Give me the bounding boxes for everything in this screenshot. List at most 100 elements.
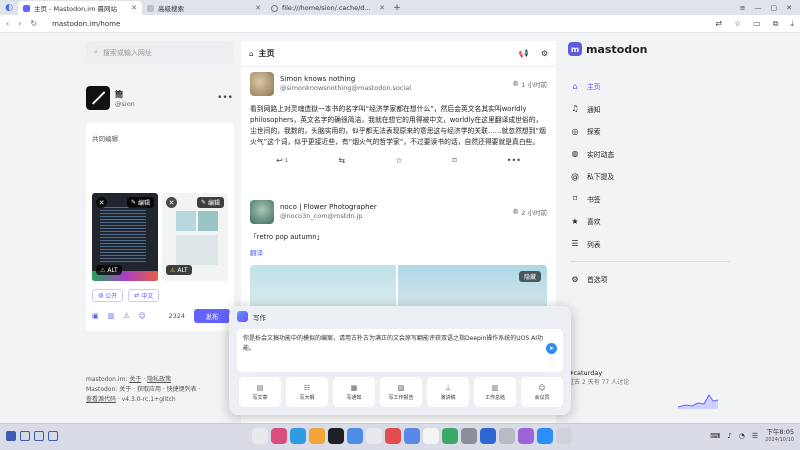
- status-post[interactable]: Simon knows nothing @simonknowsnothing@m…: [241, 71, 556, 165]
- visibility-dropdown[interactable]: ◍ 公开: [92, 289, 124, 302]
- nav-item-bookmarks[interactable]: ⌑ 书签: [570, 188, 730, 211]
- settings-app-icon[interactable]: [499, 428, 515, 444]
- favourite-button[interactable]: ☆: [395, 156, 402, 165]
- source-code-link[interactable]: 查看源代码: [86, 396, 116, 403]
- mail-icon[interactable]: [404, 428, 420, 444]
- tab-advanced-search[interactable]: 高级搜索 ✕: [142, 1, 266, 15]
- template-button-report[interactable]: ▧ 写工作报告: [380, 377, 422, 407]
- browser-logo-icon[interactable]: ◐: [0, 0, 18, 15]
- url-field[interactable]: mastodon.im/home: [52, 20, 120, 28]
- edit-attachment-button[interactable]: ✎ 编辑: [126, 197, 154, 208]
- author-handle[interactable]: @noco3n_com@mstdn.jp: [280, 212, 507, 221]
- trending-hashtag[interactable]: #caturday 过去 2 天有 77 人讨论: [568, 369, 718, 387]
- announcements-icon[interactable]: 📢: [519, 49, 529, 58]
- attachment-thumbnail[interactable]: ✕ ✎ 编辑 ⚠ ALT: [162, 193, 228, 281]
- author-name[interactable]: Simon knows nothing: [280, 75, 507, 84]
- app-icon[interactable]: [518, 428, 534, 444]
- alt-badge[interactable]: ⚠ ALT: [166, 265, 192, 275]
- ai-prompt-input[interactable]: 你是析会文稿功能中的模拟的编案，请用古朴古为满正的文会原写翻能评获双语之指Dee…: [237, 329, 563, 372]
- poll-icon[interactable]: ▥: [108, 312, 115, 320]
- avatar[interactable]: [250, 72, 274, 96]
- app-icon[interactable]: [461, 428, 477, 444]
- nav-item-live-feeds[interactable]: ◍ 实时动态: [570, 143, 730, 166]
- bookmark-star-icon[interactable]: ☆: [734, 19, 741, 29]
- language-dropdown[interactable]: ⇄ 中文: [128, 289, 160, 302]
- sidebar-icon[interactable]: ▭: [753, 19, 761, 29]
- close-tab-icon[interactable]: ✕: [131, 4, 137, 12]
- remove-attachment-icon[interactable]: ✕: [96, 197, 107, 208]
- emoji-icon[interactable]: ☺: [139, 312, 146, 320]
- download-icon[interactable]: ⤓: [790, 19, 794, 29]
- publish-button[interactable]: 发布: [194, 309, 230, 323]
- reply-button[interactable]: ↩ 1: [276, 156, 288, 165]
- launcher-icon[interactable]: [6, 431, 16, 441]
- extensions-icon[interactable]: ⧉: [773, 19, 779, 29]
- compose-textarea[interactable]: 共同编辑: [92, 133, 118, 143]
- launcher-app-icon[interactable]: [252, 428, 268, 444]
- more-icon[interactable]: •••: [217, 93, 233, 103]
- boost-button[interactable]: ⇆: [338, 156, 345, 165]
- post-timestamp[interactable]: 1 小时前: [521, 79, 547, 89]
- forward-icon[interactable]: ›: [18, 19, 21, 28]
- nav-item-notifications[interactable]: ♫ 通知: [570, 98, 730, 121]
- mastodon-logo[interactable]: m mastodon: [568, 42, 648, 56]
- close-window-icon[interactable]: ✕: [786, 4, 792, 12]
- close-tab-icon[interactable]: ✕: [379, 4, 385, 12]
- avatar[interactable]: [86, 86, 110, 110]
- nav-item-favourites[interactable]: ★ 喜欢: [570, 210, 730, 233]
- privacy-link[interactable]: 隐私政策: [147, 376, 171, 383]
- translate-icon[interactable]: ⇄: [715, 19, 722, 29]
- send-icon[interactable]: ➤: [546, 343, 557, 354]
- browser-icon[interactable]: [347, 428, 363, 444]
- nav-item-private-mentions[interactable]: @ 私下提及: [570, 165, 730, 188]
- tab-local-file[interactable]: file:///home/sion/.cache/d... ✕: [266, 1, 390, 15]
- attachment-thumbnail[interactable]: ✕ ✎ 编辑 ⚠ ALT: [92, 193, 158, 281]
- author-handle[interactable]: @simonknowsnothing@mastodon.social: [280, 84, 507, 93]
- nav-item-lists[interactable]: ☰ 列表: [570, 233, 730, 256]
- app-icon[interactable]: [366, 428, 382, 444]
- avatar[interactable]: [250, 200, 274, 224]
- calendar-icon[interactable]: [423, 428, 439, 444]
- template-button-speech[interactable]: ⊥ 演讲稿: [427, 377, 469, 407]
- workspace-icon[interactable]: [20, 431, 30, 441]
- maximize-icon[interactable]: ▢: [771, 4, 778, 12]
- app-icon[interactable]: [480, 428, 496, 444]
- content-warning-icon[interactable]: ⚠: [123, 312, 129, 320]
- menu-icon[interactable]: ≡: [740, 4, 746, 12]
- trash-icon[interactable]: [556, 428, 572, 444]
- volume-icon[interactable]: ♪: [727, 432, 731, 440]
- nav-item-explore[interactable]: ◎ 探索: [570, 120, 730, 143]
- multitask-icon[interactable]: [34, 431, 44, 441]
- folder-icon[interactable]: [309, 428, 325, 444]
- translate-link[interactable]: 翻译: [241, 243, 556, 261]
- new-tab-button[interactable]: +: [390, 1, 404, 15]
- close-tab-icon[interactable]: ✕: [255, 4, 261, 12]
- edit-attachment-button[interactable]: ✎ 编辑: [196, 197, 224, 208]
- image-upload-icon[interactable]: ▣: [92, 312, 99, 320]
- ai-app-icon[interactable]: [537, 428, 553, 444]
- template-button-meeting[interactable]: ☺ 会议员: [521, 377, 563, 407]
- template-button-outline[interactable]: ☷ 写大纲: [286, 377, 328, 407]
- app-icon[interactable]: [271, 428, 287, 444]
- nav-item-home[interactable]: ⌂ 主页: [570, 75, 730, 98]
- nav-item-preferences[interactable]: ⚙ 首选项: [570, 268, 730, 291]
- more-button[interactable]: •••: [507, 156, 521, 165]
- network-icon[interactable]: ◔: [739, 432, 745, 440]
- app-icon[interactable]: [385, 428, 401, 444]
- desktop-icon[interactable]: [48, 431, 58, 441]
- minimize-icon[interactable]: —: [755, 4, 762, 12]
- mastodon-links[interactable]: 关于 · 获取应用 · 快捷键列表 ·: [119, 386, 200, 393]
- terminal-icon[interactable]: [328, 428, 344, 444]
- template-button-summary[interactable]: ▥ 工作总结: [474, 377, 516, 407]
- status-post[interactable]: noco | Flower Photographer @noco3n_com@m…: [241, 199, 556, 375]
- clock[interactable]: 下午8:05 2024/10/10: [765, 428, 794, 444]
- post-timestamp[interactable]: 2 小时前: [521, 207, 547, 217]
- reload-icon[interactable]: ↻: [30, 19, 37, 28]
- hide-media-button[interactable]: 隐藏: [518, 271, 541, 282]
- author-name[interactable]: noco | Flower Photographer: [280, 203, 507, 212]
- tab-mastodon-home[interactable]: 主页 - Mastodon.im 晨网站 ✕: [18, 1, 142, 15]
- notification-icon[interactable]: ☰: [752, 432, 758, 440]
- keyboard-icon[interactable]: ⌨: [710, 432, 720, 440]
- back-icon[interactable]: ‹: [6, 19, 9, 28]
- template-button-article[interactable]: ▤ 写文章: [239, 377, 281, 407]
